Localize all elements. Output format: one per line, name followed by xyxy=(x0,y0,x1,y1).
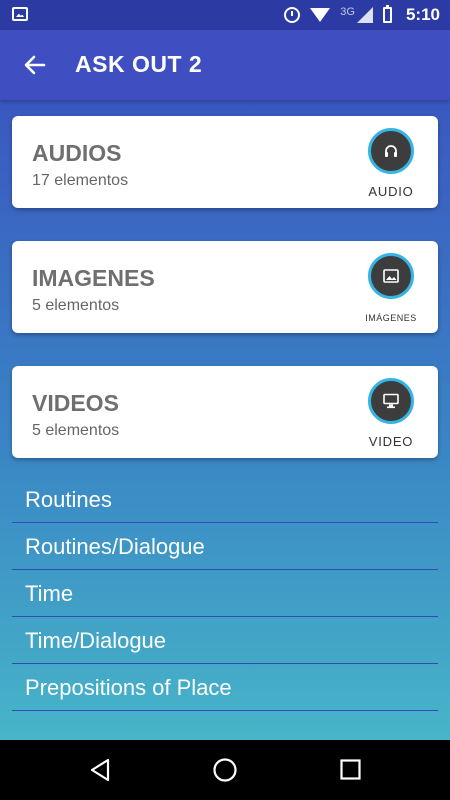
network-type: 3G xyxy=(340,6,355,18)
headphones-icon xyxy=(368,128,414,174)
card-icon-label: VIDEO xyxy=(368,434,414,449)
app-bar: ASK OUT 2 xyxy=(0,30,450,100)
image-icon xyxy=(368,253,414,299)
page-title: ASK OUT 2 xyxy=(75,51,203,77)
alarm-icon xyxy=(284,7,301,23)
card-title: VIDEOS xyxy=(32,390,119,416)
clock: 5:10 xyxy=(405,5,440,24)
list-item-time[interactable]: Time xyxy=(12,570,438,617)
status-bar: 3G 5:10 xyxy=(0,0,450,30)
card-title: AUDIOS xyxy=(32,140,122,166)
content-area: AUDIOS 17 elementos AUDIO IMAGENES 5 ele… xyxy=(0,100,450,740)
list-item-routines[interactable]: Routines xyxy=(12,476,438,523)
arrow-left-icon xyxy=(24,55,46,75)
card-count: 17 elementos xyxy=(32,172,129,189)
gallery-notification-icon xyxy=(12,7,28,21)
monitor-icon xyxy=(368,378,414,424)
card-audios[interactable]: AUDIOS 17 elementos AUDIO xyxy=(12,116,438,208)
card-count: 5 elementos xyxy=(32,422,120,439)
list-item-routines-dialogue[interactable]: Routines/Dialogue xyxy=(12,523,438,570)
card-videos[interactable]: VIDEOS 5 elementos VIDEO xyxy=(12,366,438,458)
list-item-prepositions-of-place[interactable]: Prepositions of Place xyxy=(12,664,438,711)
signal-icon xyxy=(356,7,373,23)
back-button[interactable] xyxy=(22,52,48,78)
status-icons: 3G 5:10 xyxy=(284,0,440,30)
wifi-icon xyxy=(310,8,331,22)
nav-home-icon[interactable] xyxy=(212,757,238,783)
card-imagenes[interactable]: IMAGENES 5 elementos IMÁGENES xyxy=(12,241,438,333)
lesson-list: Routines Routines/Dialogue Time Time/Dia… xyxy=(12,476,438,711)
system-nav-bar xyxy=(0,740,450,800)
card-count: 5 elementos xyxy=(32,297,120,314)
card-title: IMAGENES xyxy=(32,265,155,291)
list-item-time-dialogue[interactable]: Time/Dialogue xyxy=(12,617,438,664)
battery-icon xyxy=(382,5,392,23)
nav-back-icon[interactable] xyxy=(88,757,112,783)
card-icon-label: AUDIO xyxy=(368,184,414,199)
nav-recents-icon[interactable] xyxy=(340,759,361,780)
card-icon-label: IMÁGENES xyxy=(365,313,417,323)
